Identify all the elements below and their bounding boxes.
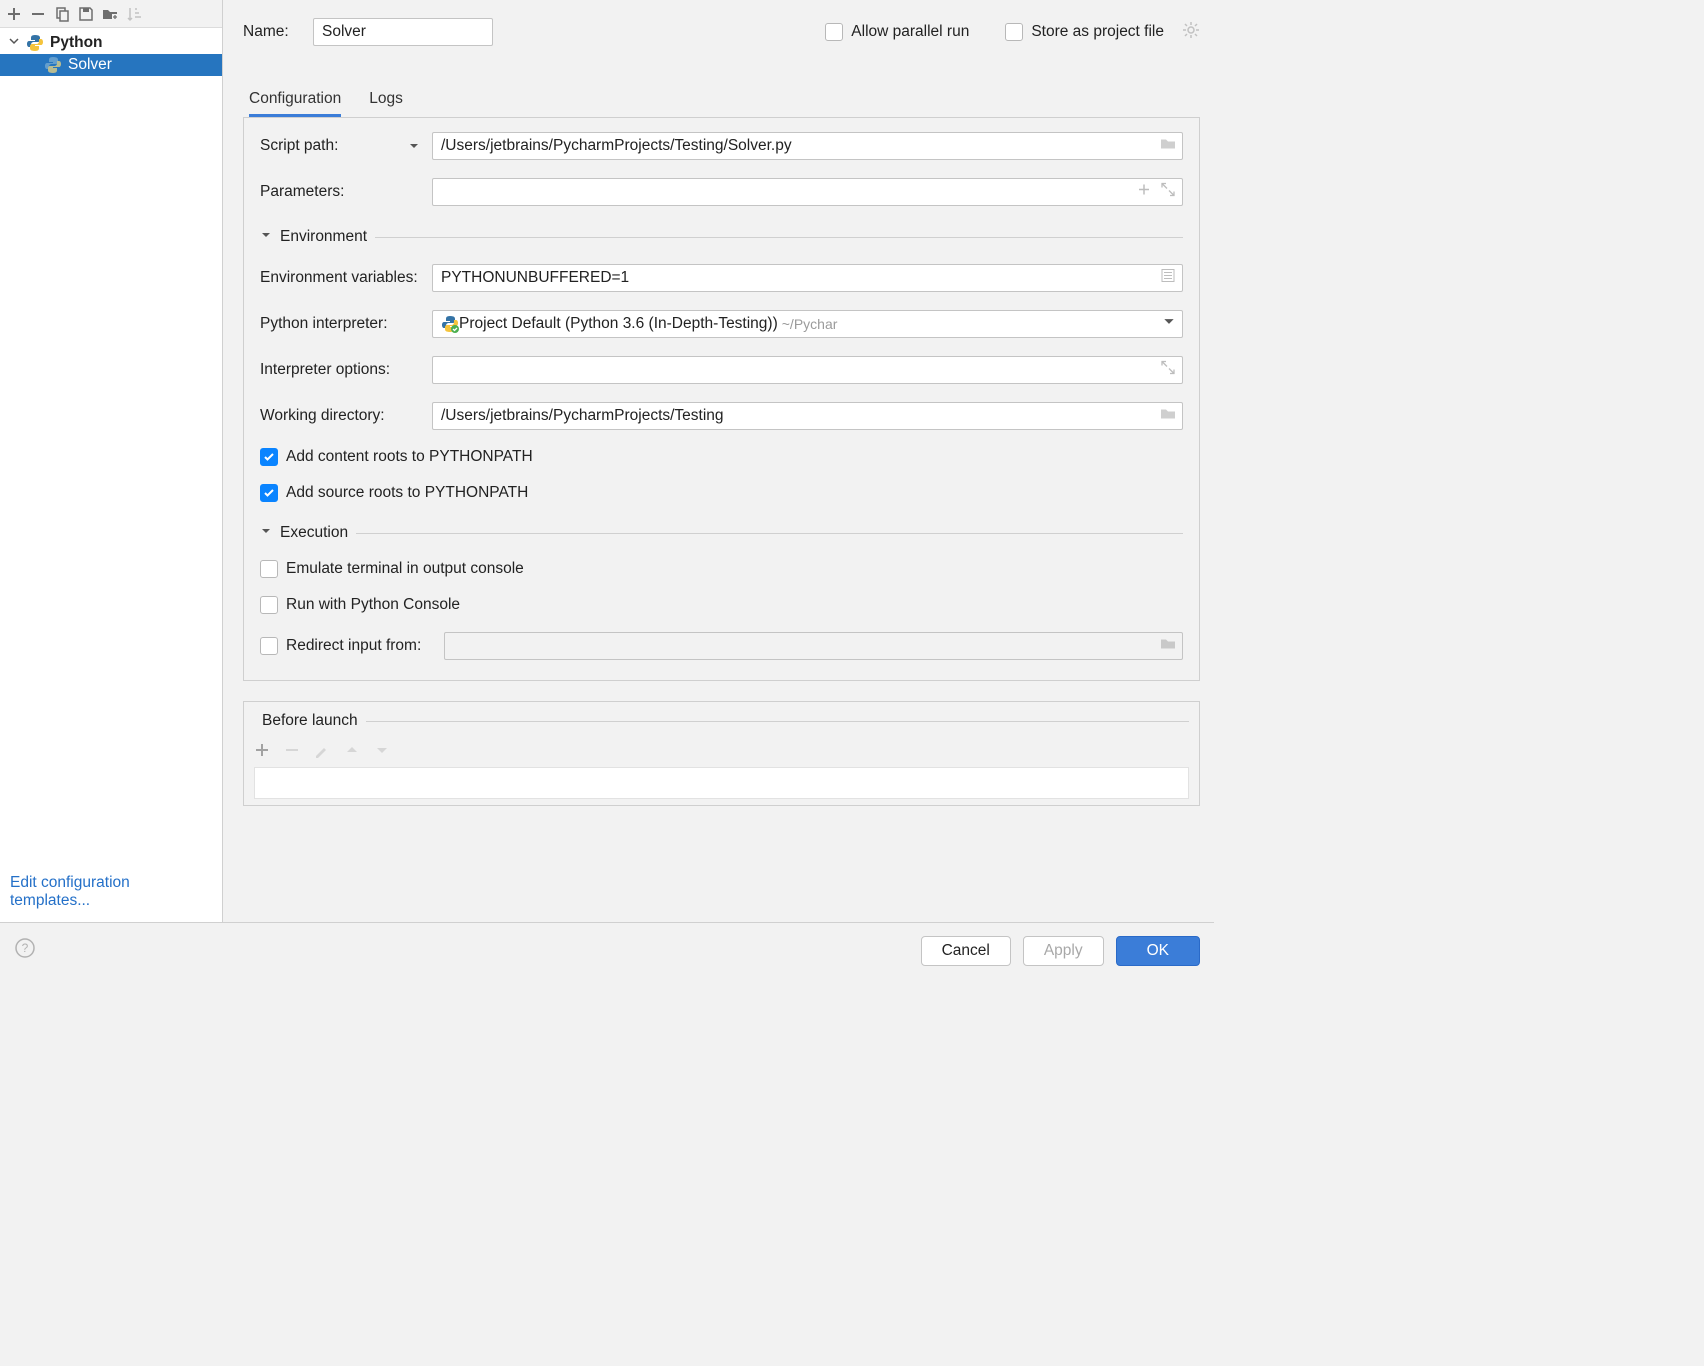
edit-task-icon: [314, 742, 330, 763]
tab-configuration[interactable]: Configuration: [249, 90, 341, 117]
checkbox-checked-icon: [260, 484, 278, 502]
script-path-input[interactable]: /Users/jetbrains/PycharmProjects/Testing…: [432, 132, 1183, 160]
allow-parallel-checkbox[interactable]: Allow parallel run: [825, 23, 969, 41]
copy-config-icon[interactable]: [54, 6, 70, 22]
edit-templates-link[interactable]: Edit configuration templates...: [10, 874, 130, 909]
parameters-input[interactable]: [432, 178, 1183, 206]
checkbox-checked-icon: [260, 448, 278, 466]
dialog-footer: ? Cancel Apply OK: [0, 922, 1214, 978]
checkbox-icon: [825, 23, 843, 41]
tabs: Configuration Logs: [243, 90, 1200, 117]
tree-item-label: Solver: [68, 56, 112, 74]
folder-icon[interactable]: [1160, 636, 1176, 657]
interpreter-label: Python interpreter:: [260, 315, 388, 333]
python-icon: [44, 56, 62, 74]
tab-logs[interactable]: Logs: [369, 90, 403, 117]
before-launch-section[interactable]: Before launch: [254, 708, 1189, 738]
configuration-tree[interactable]: Python Solver: [0, 28, 222, 870]
add-config-icon[interactable]: [6, 6, 22, 22]
tree-group-python[interactable]: Python: [0, 32, 222, 54]
tree-group-label: Python: [50, 34, 103, 52]
remove-task-icon: [284, 742, 300, 763]
store-project-checkbox[interactable]: Store as project file: [1005, 23, 1164, 41]
allow-parallel-label: Allow parallel run: [851, 23, 969, 41]
parameters-label: Parameters:: [260, 183, 344, 201]
dropdown-icon: [408, 140, 420, 152]
environment-section[interactable]: Environment: [260, 228, 1183, 246]
svg-text:?: ?: [22, 941, 29, 955]
before-launch-panel: Before launch: [243, 701, 1200, 806]
interpreter-select[interactable]: Project Default (Python 3.6 (In-Depth-Te…: [432, 310, 1183, 338]
script-path-label[interactable]: Script path:: [260, 137, 420, 155]
tree-item-solver[interactable]: Solver: [0, 54, 222, 76]
folder-config-icon[interactable]: [102, 6, 118, 22]
execution-section[interactable]: Execution: [260, 524, 1183, 542]
checkbox-icon: [260, 596, 278, 614]
name-label: Name:: [243, 23, 295, 41]
save-config-icon[interactable]: [78, 6, 94, 22]
list-icon[interactable]: [1160, 268, 1176, 289]
remove-config-icon[interactable]: [30, 6, 46, 22]
dropdown-icon: [1162, 315, 1176, 334]
folder-icon[interactable]: [1160, 406, 1176, 427]
emulate-terminal-checkbox[interactable]: Emulate terminal in output console: [260, 560, 1183, 578]
expand-icon[interactable]: [1160, 182, 1176, 203]
plus-icon[interactable]: [1136, 182, 1152, 203]
env-vars-label: Environment variables:: [260, 269, 418, 287]
before-launch-list[interactable]: [254, 767, 1189, 799]
folder-icon[interactable]: [1160, 136, 1176, 157]
ok-button[interactable]: OK: [1116, 936, 1200, 966]
help-icon[interactable]: ?: [14, 937, 36, 964]
sort-config-icon: [126, 6, 142, 22]
checkbox-icon: [1005, 23, 1023, 41]
interp-options-label: Interpreter options:: [260, 361, 390, 379]
store-project-label: Store as project file: [1031, 23, 1164, 41]
redirect-input-field: [444, 632, 1183, 660]
move-up-icon: [344, 742, 360, 763]
add-content-roots-checkbox[interactable]: Add content roots to PYTHONPATH: [260, 448, 1183, 466]
apply-button[interactable]: Apply: [1023, 936, 1104, 966]
move-down-icon: [374, 742, 390, 763]
chevron-down-icon: [260, 524, 272, 542]
configurations-sidebar: Python Solver Edit configuration templat…: [0, 0, 223, 922]
redirect-input-checkbox[interactable]: Redirect input from:: [260, 637, 432, 655]
run-python-console-checkbox[interactable]: Run with Python Console: [260, 596, 1183, 614]
cancel-button[interactable]: Cancel: [921, 936, 1011, 966]
gear-icon[interactable]: [1182, 21, 1200, 44]
checkbox-icon: [260, 560, 278, 578]
checkbox-icon: [260, 637, 278, 655]
expand-icon[interactable]: [1160, 360, 1176, 381]
working-dir-label: Working directory:: [260, 407, 385, 425]
add-task-icon[interactable]: [254, 742, 270, 763]
name-input[interactable]: Solver: [313, 18, 493, 46]
chevron-down-icon: [8, 34, 20, 52]
chevron-down-icon: [260, 228, 272, 246]
interp-options-input[interactable]: [432, 356, 1183, 384]
python-icon: [26, 34, 44, 52]
working-dir-input[interactable]: /Users/jetbrains/PycharmProjects/Testing: [432, 402, 1183, 430]
python-icon: [441, 315, 459, 333]
add-source-roots-checkbox[interactable]: Add source roots to PYTHONPATH: [260, 484, 1183, 502]
configuration-panel: Script path: /Users/jetbrains/PycharmPro…: [243, 117, 1200, 681]
sidebar-toolbar: [0, 0, 222, 28]
env-vars-input[interactable]: PYTHONUNBUFFERED=1: [432, 264, 1183, 292]
